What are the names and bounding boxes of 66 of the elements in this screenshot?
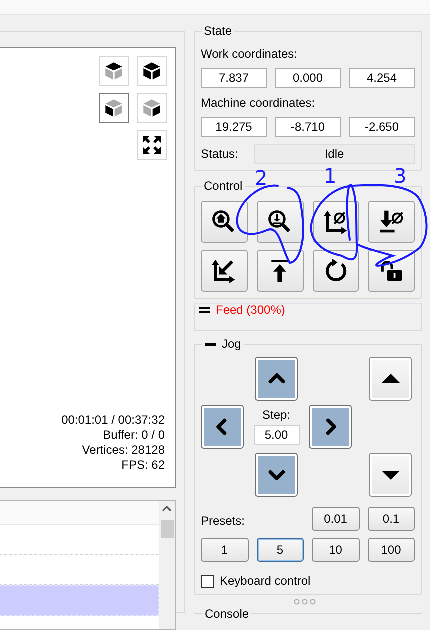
preset-button[interactable]: 0.1: [368, 507, 415, 531]
preset-button[interactable]: 100: [368, 538, 415, 562]
scrollbar-thumb[interactable]: [161, 520, 174, 538]
control-button[interactable]: [312, 250, 360, 292]
annotation-number: 3: [394, 166, 407, 186]
expand-icon: [199, 307, 210, 313]
arrow-down-icon: [378, 209, 405, 235]
axes-arrow-icon: [211, 258, 238, 284]
field-label: Work coordinates:: [201, 46, 298, 62]
panel-title: State: [203, 24, 234, 38]
coordinate-field: -8.710: [275, 117, 341, 137]
coordinate-field: -2.650: [349, 117, 415, 137]
coordinate-field: 19.275: [201, 117, 267, 137]
preset-button[interactable]: 10: [312, 538, 360, 562]
control-button[interactable]: [368, 201, 415, 243]
stats-text: Vertices: 28128: [81, 443, 165, 458]
view-button[interactable]: [99, 93, 129, 123]
scrollbar[interactable]: [159, 501, 175, 629]
magnifier-home-icon: [211, 209, 238, 235]
cube-icon: [142, 98, 162, 118]
jog-button[interactable]: [369, 357, 412, 401]
cube-icon: [104, 61, 124, 81]
coordinate-field: 4.254: [349, 68, 415, 88]
preset-button[interactable]: 1: [201, 538, 248, 562]
jog-button[interactable]: [309, 405, 352, 449]
panel-title: Control: [203, 179, 244, 193]
jog-button[interactable]: [255, 357, 298, 401]
coordinate-field: 7.837: [201, 68, 267, 88]
control-button[interactable]: [368, 250, 415, 292]
control-button[interactable]: [201, 201, 248, 243]
3d-viewport[interactable]: 00:01:01 / 00:37:32 Buffer: 0 / 0 Vertices: 28128 FPS: 62: [0, 47, 176, 488]
field-label: Machine coordinates:: [201, 95, 316, 111]
stats-text: FPS: 62: [120, 458, 165, 473]
axes-icon: [322, 209, 349, 235]
checkbox[interactable]: [201, 574, 214, 588]
annotation-number: 2: [255, 168, 268, 188]
field-label: Status:: [201, 147, 240, 161]
collapse-icon: [205, 342, 216, 346]
unlock-icon: [378, 258, 405, 284]
panel-title[interactable]: Feed (300%): [216, 303, 286, 317]
panel-title[interactable]: Jog: [222, 337, 242, 351]
splitter-handle-icon: [294, 599, 316, 605]
stats-text: Buffer: 0 / 0: [102, 428, 165, 443]
status-field: Idle: [254, 144, 415, 164]
stats-text: 00:01:01 / 00:37:32: [62, 413, 165, 428]
fit-view-button[interactable]: [137, 130, 167, 160]
checkbox-label: Keyboard control: [220, 574, 311, 588]
preset-button[interactable]: 0.01: [312, 507, 360, 531]
control-button[interactable]: [256, 201, 304, 243]
fit-view-icon: [142, 135, 162, 155]
field-label: Presets:: [201, 513, 246, 528]
control-button[interactable]: [201, 250, 248, 292]
magnifier-icon: [267, 209, 294, 235]
jog-button[interactable]: [369, 453, 412, 497]
jog-button[interactable]: [255, 453, 298, 497]
field-label: Step:: [262, 408, 291, 422]
step-field[interactable]: 5.00: [254, 425, 300, 445]
control-button[interactable]: [256, 250, 304, 292]
preset-button[interactable]: 5: [256, 538, 304, 562]
scroll-up-icon: [162, 505, 172, 512]
panel-title: Console: [203, 608, 252, 620]
jog-button[interactable]: [201, 405, 244, 449]
cube-icon: [142, 61, 162, 81]
cube-icon: [104, 98, 124, 118]
annotation-number: 1: [324, 166, 337, 186]
coordinate-field: 0.000: [275, 68, 341, 88]
